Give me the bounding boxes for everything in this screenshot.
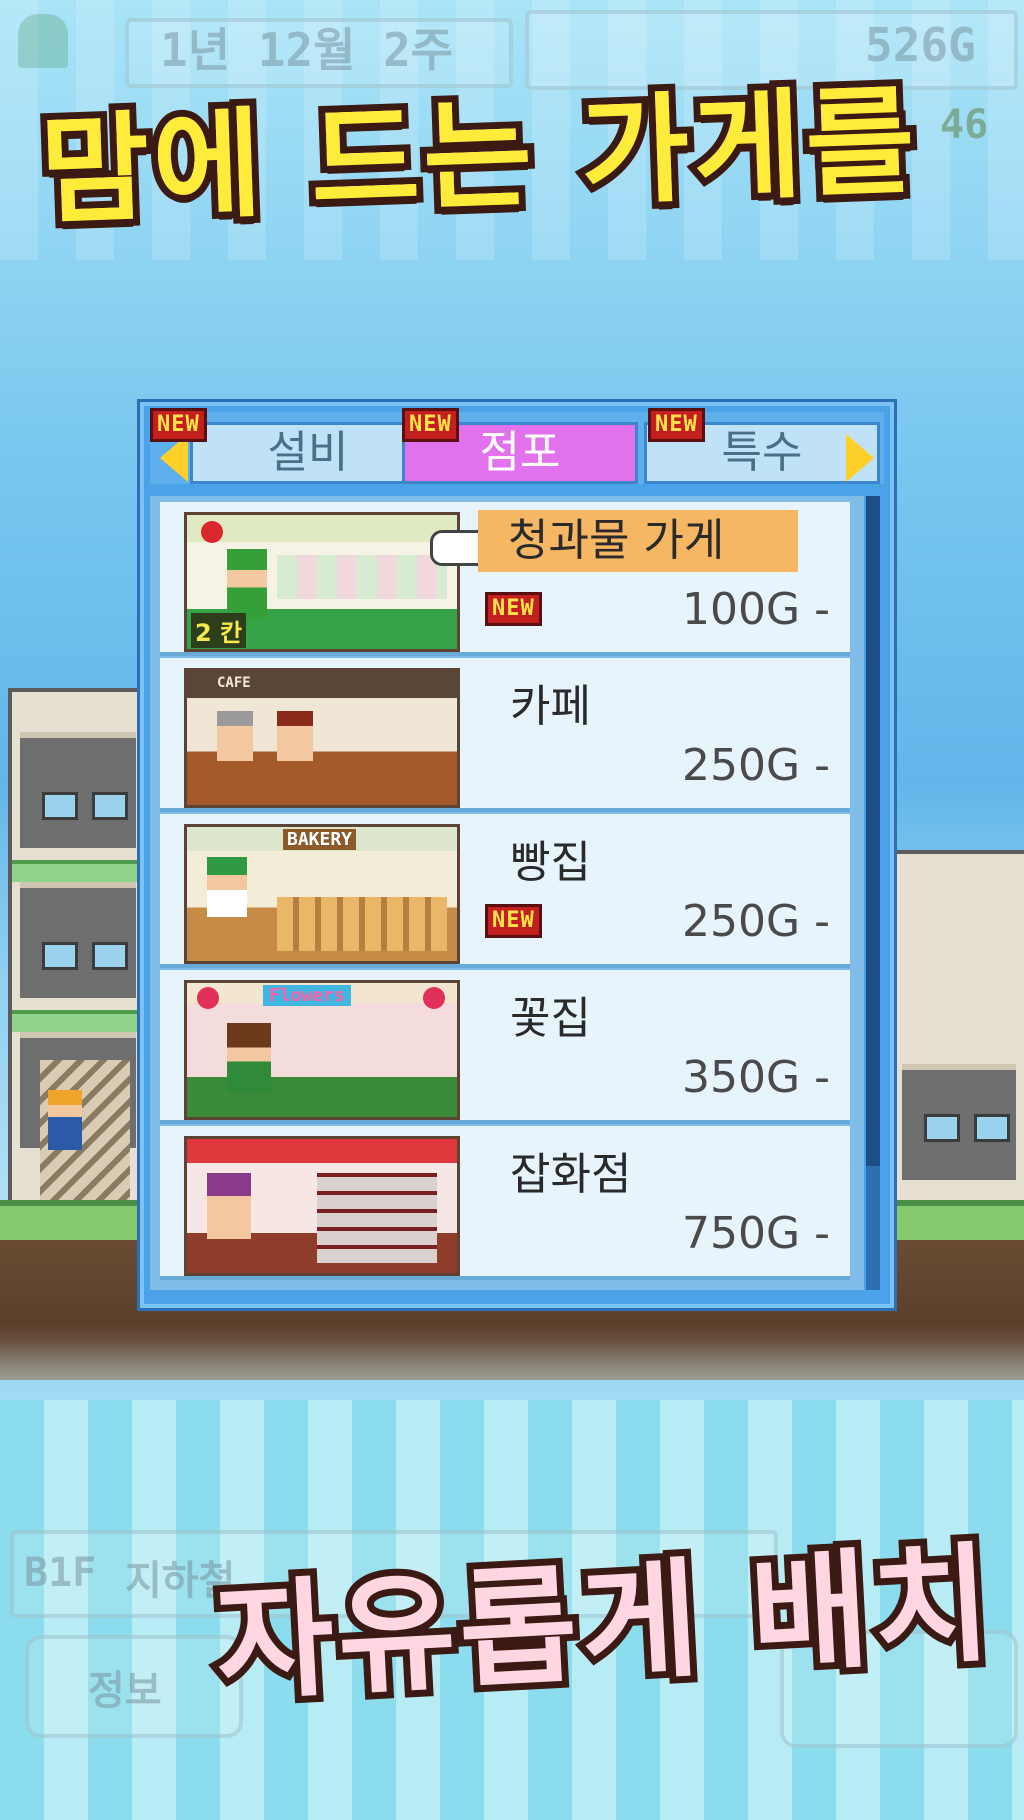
florist-character xyxy=(227,1023,271,1093)
tab-label: 설비 xyxy=(267,427,349,478)
new-badge: NEW xyxy=(485,592,542,626)
building-right xyxy=(890,850,1024,1218)
list-item[interactable]: Flowers 꽃집 350G - xyxy=(160,970,850,1124)
flower-icon xyxy=(423,987,445,1009)
scrollbar-thumb[interactable] xyxy=(866,496,880,1166)
shop-price: 350G - xyxy=(682,1052,830,1103)
shopkeeper-character xyxy=(227,549,267,619)
tab-label: 특수 xyxy=(721,427,803,478)
bread-shelf xyxy=(277,897,447,951)
flower-icon xyxy=(197,987,219,1009)
tab-label: 점포 xyxy=(479,427,561,478)
size-badge: 2 칸 xyxy=(191,613,247,648)
shop-name: 빵집 xyxy=(510,837,591,888)
clerk-character xyxy=(207,1173,251,1239)
barista-character xyxy=(217,711,253,761)
customer-character xyxy=(48,1090,82,1150)
flower-shop-thumbnail: Flowers xyxy=(184,980,460,1120)
level-text: 46 xyxy=(940,102,989,148)
shop-name: 청과물 가게 xyxy=(478,510,798,572)
tab-right-arrow-icon[interactable] xyxy=(846,434,874,482)
new-badge: NEW xyxy=(150,408,207,442)
list-scrollbar[interactable] xyxy=(866,496,880,1290)
headline-top: 맘에 드는 가게를 xyxy=(31,65,927,248)
shop-price: 750G - xyxy=(682,1208,830,1259)
build-menu-panel: 설비 NEW 점포 NEW 특수 NEW 2 칸 청과물 가게 NEW 100G… xyxy=(140,402,894,1308)
apple-icon xyxy=(201,521,223,543)
shop-price: 250G - xyxy=(682,896,830,947)
shop-price: 100G - xyxy=(682,584,830,635)
new-badge: NEW xyxy=(648,408,705,442)
shop-name: 꽃집 xyxy=(510,993,591,1044)
bakery-thumbnail: BAKERY xyxy=(184,824,460,964)
category-tabs: 설비 NEW 점포 NEW 특수 NEW xyxy=(150,408,884,484)
goods-shelf xyxy=(317,1173,437,1263)
produce-display xyxy=(277,555,447,599)
list-item[interactable]: BAKERY 빵집 NEW 250G - xyxy=(160,814,850,968)
shop-list[interactable]: 2 칸 청과물 가게 NEW 100G - CAFE 카페 250G - BAK… xyxy=(150,496,864,1290)
list-item[interactable]: 2 칸 청과물 가게 NEW 100G - xyxy=(160,502,850,656)
list-item[interactable]: CAFE 카페 250G - xyxy=(160,658,850,812)
info-button-label: 정보 xyxy=(88,1668,162,1714)
new-badge: NEW xyxy=(402,408,459,442)
list-item[interactable]: 잡화점 750G - xyxy=(160,1126,850,1280)
cafe-sign: CAFE xyxy=(217,675,251,691)
shop-name: 잡화점 xyxy=(510,1149,632,1200)
tree-icon xyxy=(18,14,68,68)
new-badge: NEW xyxy=(485,904,542,938)
tab-equipment[interactable]: 설비 xyxy=(190,422,426,484)
baker-character xyxy=(207,857,247,917)
shop-price: 250G - xyxy=(682,740,830,791)
flower-sign: Flowers xyxy=(263,985,351,1006)
barista-character xyxy=(277,711,313,761)
cafe-thumbnail: CAFE xyxy=(184,668,460,808)
fruit-shop-thumbnail: 2 칸 xyxy=(184,512,460,652)
general-store-thumbnail xyxy=(184,1136,460,1276)
floor-label: B1F xyxy=(24,1550,97,1596)
shop-name: 카페 xyxy=(510,681,591,732)
bakery-sign: BAKERY xyxy=(283,829,357,850)
